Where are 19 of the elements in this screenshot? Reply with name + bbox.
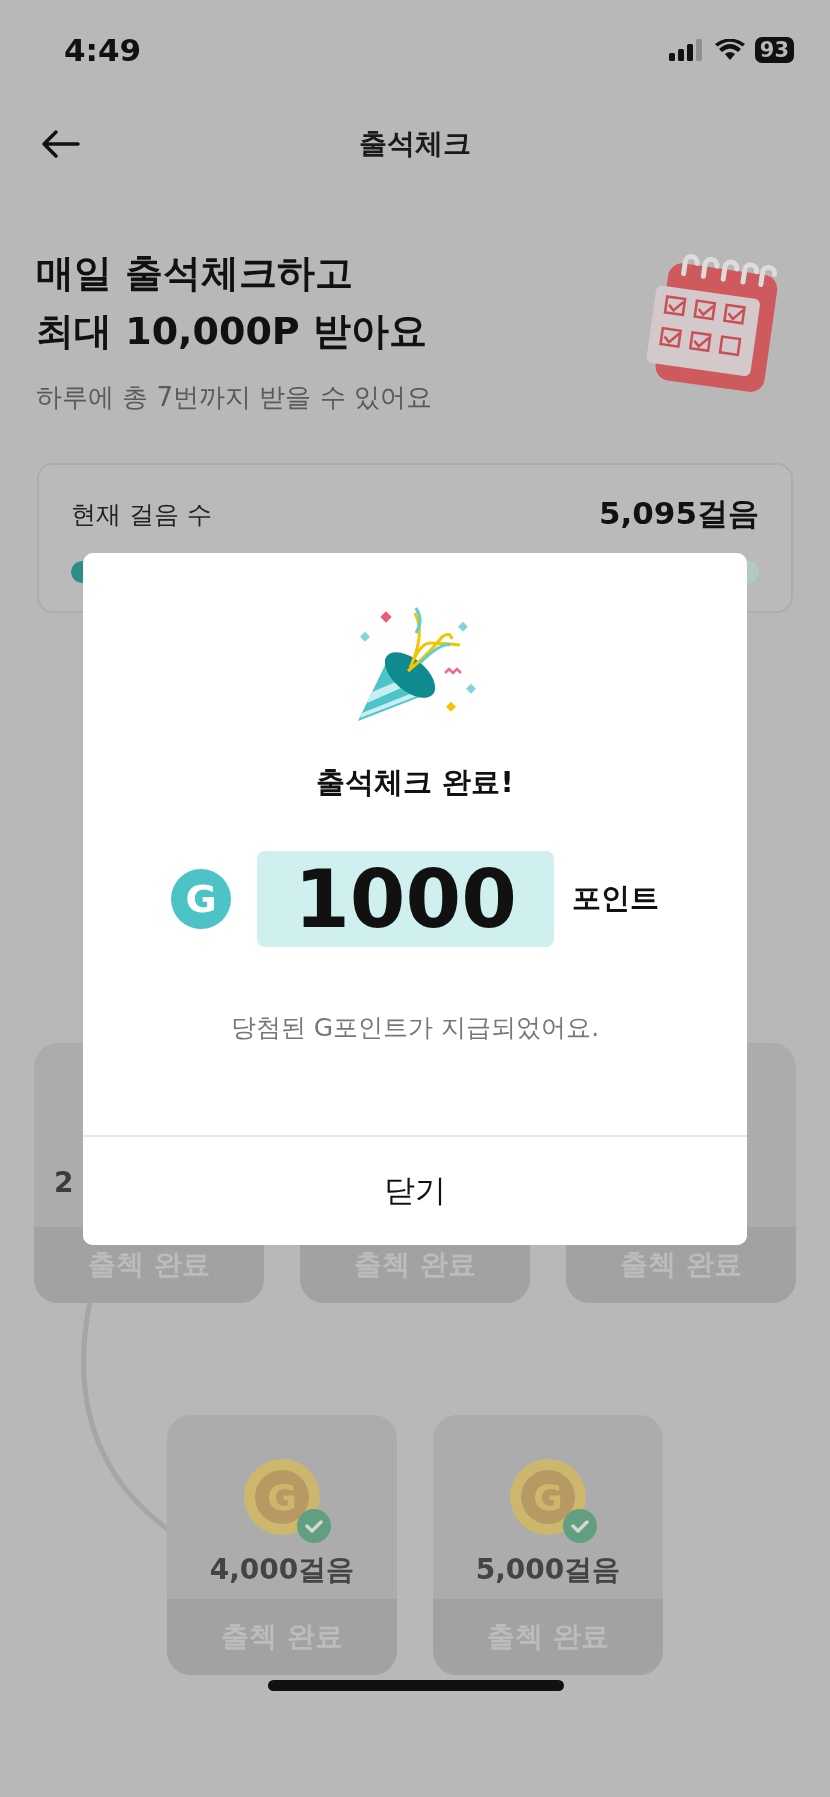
status-time: 4:49 bbox=[64, 32, 142, 68]
back-arrow-icon[interactable] bbox=[40, 129, 80, 159]
point-unit: 포인트 bbox=[572, 880, 659, 917]
dialog-message: 당첨된 G포인트가 지급되었어요. bbox=[230, 1012, 600, 1044]
reward-label: 4,000걸음 bbox=[209, 1552, 355, 1588]
reward-label: 5,000걸음 bbox=[475, 1552, 621, 1588]
signal-icon bbox=[668, 39, 705, 61]
point-amount: 1000 bbox=[257, 851, 554, 947]
wifi-icon bbox=[714, 39, 745, 61]
subtitle: 하루에 총 7번까지 받을 수 있어요 bbox=[36, 381, 432, 414]
close-button[interactable]: 닫기 bbox=[83, 1135, 747, 1245]
g-point-badge: G bbox=[171, 869, 231, 929]
dialog-title: 출석체크 완료! bbox=[316, 764, 514, 801]
steps-label: 현재 걸음 수 bbox=[71, 498, 212, 531]
page-title: 출석체크 bbox=[359, 126, 471, 162]
headline: 매일 출석체크하고 최대 10,000P 받아요 bbox=[36, 250, 428, 355]
reward-label: 2 bbox=[54, 1166, 74, 1199]
steps-count: 5,095걸음 bbox=[598, 494, 759, 533]
battery-level: 93 bbox=[754, 37, 794, 63]
